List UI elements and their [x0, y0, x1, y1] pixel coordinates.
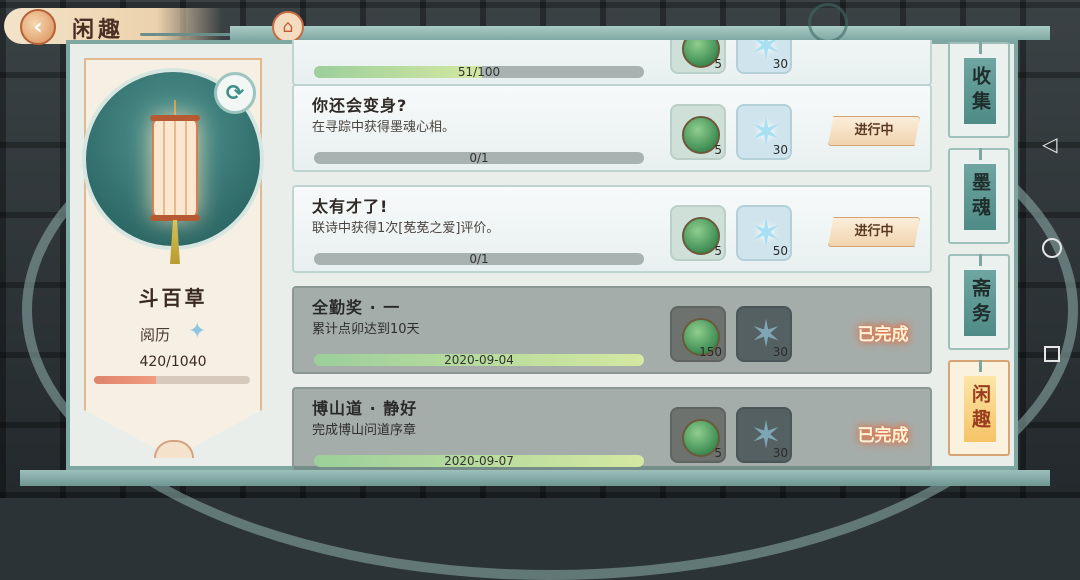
reward-count: 5	[714, 446, 722, 460]
reward-count: 150	[699, 345, 722, 359]
task-title: 你还会变身?	[312, 96, 408, 115]
task-card[interactable]: 你还会变身? 在寻踪中获得墨魂心相。 0/1 5 ✶ 30 进行中	[292, 84, 932, 172]
tab-study-chores[interactable]: 斋务	[948, 254, 1010, 350]
lantern-icon	[150, 115, 200, 221]
tab-ink-soul[interactable]: 墨魂	[948, 148, 1010, 244]
tassel-icon	[170, 220, 180, 264]
background-emblem	[808, 3, 848, 43]
exp-label: 阅历	[140, 326, 171, 344]
status-in-progress-button[interactable]: 进行中	[828, 217, 920, 247]
reward-star[interactable]: ✶ 30	[736, 104, 792, 160]
task-progress-text: 0/1	[469, 252, 489, 266]
reward-count: 5	[714, 143, 722, 157]
task-list[interactable]: 51/100 5 ✶ 30 你还会变身? 在寻踪中获得墨魂心相。 0/1 5 ✶ 30 进行中 太有才…	[276, 40, 944, 470]
category-tabs: 收集 墨魂 斋务 闲趣	[948, 42, 1012, 466]
reward-count: 30	[772, 57, 788, 71]
task-title: 博山道 · 静好	[312, 399, 418, 418]
reward-coin[interactable]: 5	[670, 40, 726, 74]
task-description: 联诗中获得1次[莬莬之爱]评价。	[312, 221, 500, 236]
tab-cord	[979, 254, 982, 266]
profile-panel: ⟳ 斗百草 阅历 ✦ 420/1040	[82, 58, 264, 458]
home-icon: ⌂	[282, 17, 294, 37]
status-in-progress-button[interactable]: 进行中	[828, 116, 920, 146]
task-title: 全勤奖 · 一	[312, 298, 401, 317]
task-progress-text: 2020-09-04	[444, 353, 514, 367]
tab-cord	[979, 42, 982, 54]
status-completed: 已完成	[857, 325, 909, 345]
task-description: 累计点卯达到10天	[312, 322, 420, 337]
reward-coin[interactable]: 5	[670, 407, 726, 463]
task-progress-text: 0/1	[469, 151, 489, 165]
reward-count: 50	[772, 244, 788, 258]
refresh-button[interactable]: ⟳	[214, 72, 256, 114]
back-button[interactable]: ‹	[20, 9, 56, 45]
reward-coin[interactable]: 150	[670, 306, 726, 362]
tab-cord	[979, 360, 982, 372]
reward-count: 30	[772, 446, 788, 460]
reward-star[interactable]: ✶ 30	[736, 40, 792, 74]
task-description: 完成博山问道序章	[312, 423, 417, 438]
task-title: 太有才了!	[312, 197, 389, 216]
nav-recents-icon[interactable]	[1044, 346, 1060, 362]
reward-count: 30	[772, 345, 788, 359]
android-nav-bar: ◁	[1030, 0, 1080, 498]
exp-progress-bar	[94, 376, 250, 384]
refresh-icon: ⟳	[225, 80, 245, 106]
home-button[interactable]: ⌂	[272, 11, 304, 43]
tab-label: 收集	[964, 58, 996, 124]
status-completed: 已完成	[857, 426, 909, 446]
tab-collect[interactable]: 收集	[948, 42, 1010, 138]
reward-count: 5	[714, 244, 722, 258]
tab-cord	[979, 148, 982, 160]
exp-progress-fill	[94, 376, 157, 384]
task-description: 在寻踪中获得墨魂心相。	[312, 120, 456, 135]
tab-label: 斋务	[964, 270, 996, 336]
task-progress-text: 51/100	[457, 65, 501, 79]
nav-back-icon[interactable]: ◁	[1042, 132, 1057, 156]
top-bar: ‹ 闲趣 ⌂	[0, 0, 1080, 45]
task-card[interactable]: 太有才了! 联诗中获得1次[莬莬之爱]评价。 0/1 5 ✶ 50 进行中	[292, 185, 932, 273]
exp-star-icon: ✦	[188, 319, 207, 344]
tab-label: 墨魂	[964, 164, 996, 230]
activity-name: 斗百草	[138, 286, 208, 310]
reward-star[interactable]: ✶ 30	[736, 306, 792, 362]
chevron-left-icon: ‹	[33, 14, 43, 40]
exp-value: 420/1040	[139, 354, 207, 370]
tab-label: 闲趣	[964, 376, 996, 442]
task-card[interactable]: 博山道 · 静好完成博山问道序章 2020-09-07 5 ✶ 30 已完成	[292, 387, 932, 470]
frame-top-strip	[230, 26, 1050, 40]
reward-star[interactable]: ✶ 30	[736, 407, 792, 463]
task-card[interactable]: 全勤奖 · 一累计点卯达到10天 2020-09-04 150 ✶ 30 已完成	[292, 286, 932, 374]
reward-count: 30	[772, 143, 788, 157]
task-progress-text: 2020-09-07	[444, 454, 514, 468]
task-card[interactable]: 51/100 5 ✶ 30	[292, 40, 932, 86]
frame-bottom-strip	[20, 470, 1050, 486]
reward-coin[interactable]: 5	[670, 205, 726, 261]
reward-coin[interactable]: 5	[670, 104, 726, 160]
reward-count: 5	[714, 57, 722, 71]
nav-home-icon[interactable]	[1042, 238, 1062, 258]
reward-star[interactable]: ✶ 50	[736, 205, 792, 261]
tab-leisure[interactable]: 闲趣	[948, 360, 1010, 456]
